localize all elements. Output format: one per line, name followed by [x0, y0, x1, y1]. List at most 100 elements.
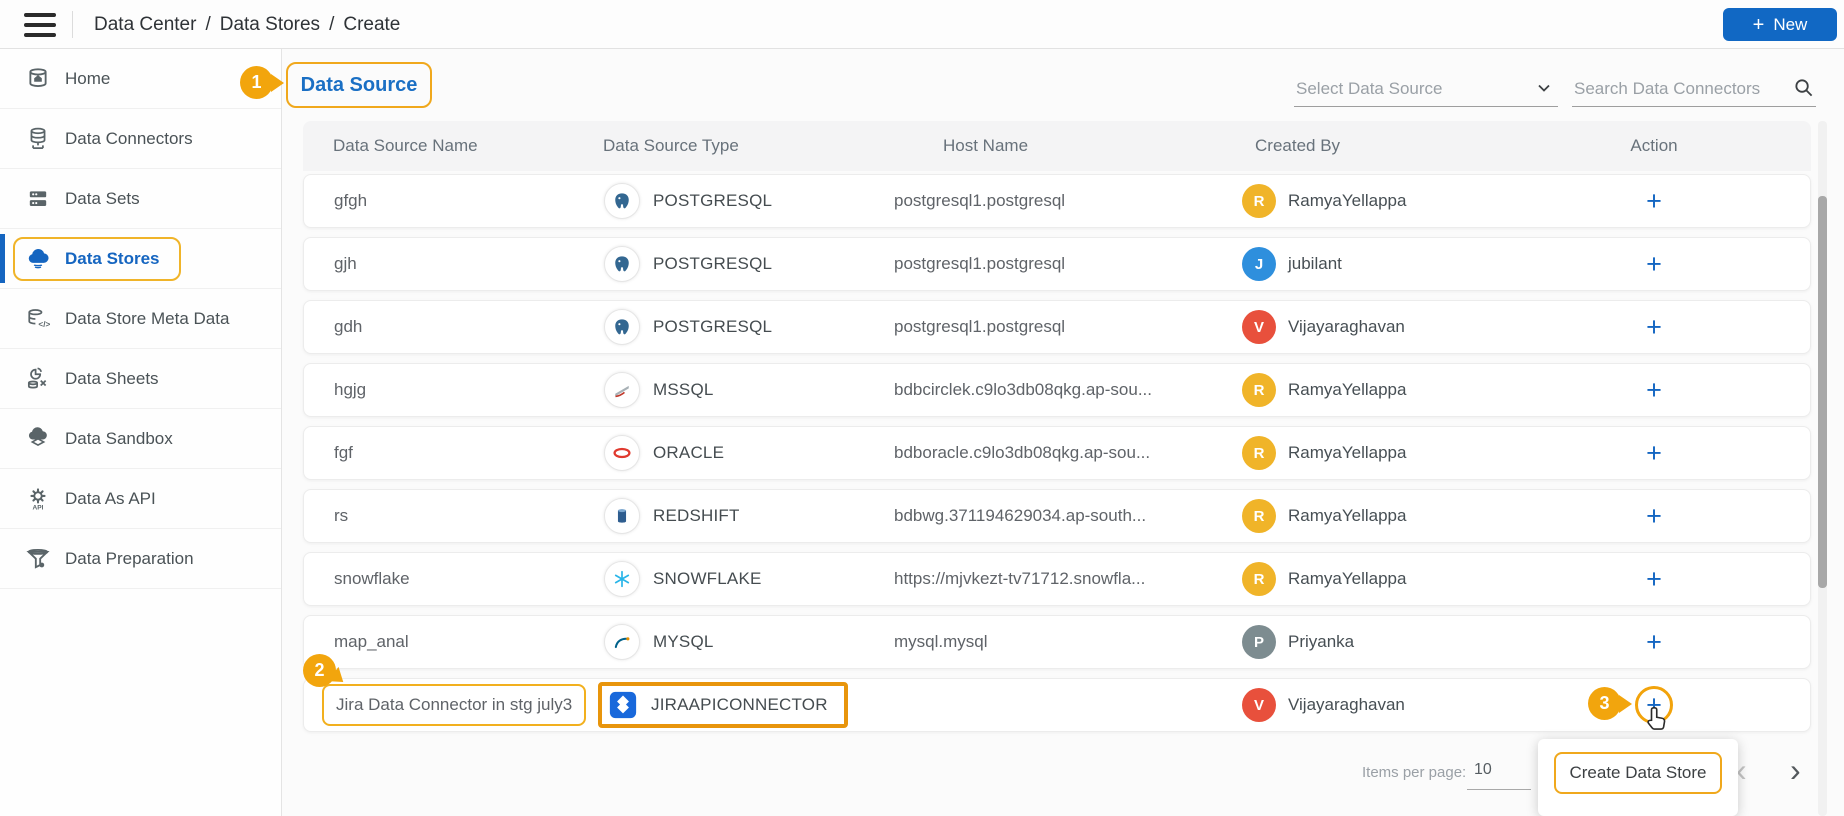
add-action-button[interactable]: +	[1646, 566, 1662, 593]
cell-created-by: R RamyaYellappa	[1234, 373, 1564, 407]
hand-cursor-icon	[1642, 705, 1672, 735]
hamburger-menu-icon[interactable]	[24, 13, 56, 37]
breadcrumb: Data Center / Data Stores / Create	[94, 0, 400, 49]
add-action-button[interactable]: +	[1646, 251, 1662, 278]
sidebar-item[interactable]: Data Stores	[0, 229, 281, 289]
annotation-step-3-badge: 3	[1588, 687, 1621, 720]
sidebar-item-label: Data Stores	[65, 249, 159, 269]
avatar: R	[1242, 562, 1276, 596]
scrollbar-thumb[interactable]	[1818, 196, 1827, 588]
sidebar-item[interactable]: Data Sandbox	[0, 409, 281, 469]
sidebar-item-icon	[26, 187, 50, 211]
cell-data-source-name: hgjg	[334, 380, 604, 400]
avatar: R	[1242, 436, 1276, 470]
table-header: Data Source Name Data Source Type Host N…	[303, 121, 1811, 171]
sidebar-item[interactable]: Data Store Meta Data	[0, 289, 281, 349]
cell-created-by: V Vijayaraghavan	[1234, 688, 1564, 722]
select-data-source-input[interactable]	[1294, 71, 1558, 106]
cell-created-by: R RamyaYellappa	[1234, 499, 1564, 533]
column-header-data-source-type: Data Source Type	[603, 136, 893, 156]
sidebar-item-label: Data Connectors	[65, 129, 193, 149]
data-source-name: hgjg	[334, 380, 366, 399]
plus-icon: +	[1646, 440, 1662, 467]
items-per-page-label: Items per page:	[1362, 764, 1466, 781]
cell-data-source-name: snowflake	[334, 569, 604, 589]
data-source-type-icon	[608, 690, 638, 720]
add-action-button[interactable]: +	[1646, 440, 1662, 467]
plus-icon: +	[1646, 503, 1662, 530]
cell-created-by: P Priyanka	[1234, 625, 1564, 659]
cell-created-by: R RamyaYellappa	[1234, 184, 1564, 218]
breadcrumb-data-center[interactable]: Data Center	[94, 14, 196, 36]
breadcrumb-separator: /	[329, 14, 334, 36]
plus-icon: +	[1646, 251, 1662, 278]
breadcrumb-data-stores[interactable]: Data Stores	[220, 14, 320, 36]
data-source-type-label: MYSQL	[653, 632, 714, 652]
avatar: R	[1242, 184, 1276, 218]
cell-action: +	[1564, 251, 1810, 278]
sidebar-item-icon	[26, 487, 50, 511]
cell-data-source-type: POSTGRESQL	[604, 183, 894, 219]
plus-icon: +	[1753, 15, 1765, 35]
create-data-store-button[interactable]: Create Data Store	[1554, 752, 1722, 794]
add-action-button[interactable]: +	[1646, 503, 1662, 530]
creator-name: RamyaYellappa	[1288, 191, 1406, 211]
data-source-type-label: REDSHIFT	[653, 506, 740, 526]
search-input[interactable]	[1572, 71, 1816, 106]
sidebar-item-label: Data Sets	[65, 189, 140, 209]
data-source-type-icon	[604, 372, 640, 408]
cell-data-source-type: ORACLE	[604, 435, 894, 471]
plus-icon: +	[1646, 377, 1662, 404]
top-bar: Data Center / Data Stores / Create + New	[0, 0, 1844, 49]
items-per-page-value[interactable]: 10	[1474, 761, 1492, 779]
annotation-step-2-badge: 2	[303, 654, 336, 687]
data-source-type-icon	[604, 435, 640, 471]
chevron-right-icon[interactable]: ›	[1790, 752, 1801, 789]
creator-name: jubilant	[1288, 254, 1342, 274]
cell-data-source-name: Jira Data Connector in stg july3	[334, 684, 604, 726]
cell-data-source-name: rs	[334, 506, 604, 526]
sidebar-item[interactable]: Data Sets	[0, 169, 281, 229]
sidebar-item-label: Data Preparation	[65, 549, 194, 569]
creator-name: Vijayaraghavan	[1288, 317, 1405, 337]
sidebar-item[interactable]: Data Connectors	[0, 109, 281, 169]
add-action-button[interactable]: +	[1646, 629, 1662, 656]
page-title: Data Source	[301, 74, 418, 97]
cell-action: +	[1564, 503, 1810, 530]
sidebar-item[interactable]: Data Sheets	[0, 349, 281, 409]
column-header-created-by: Created By	[1233, 136, 1563, 156]
cell-host-name: https://mjvkezt-tv71712.snowfla...	[894, 569, 1234, 589]
sidebar-item[interactable]: Data Preparation	[0, 529, 281, 589]
avatar: P	[1242, 625, 1276, 659]
add-action-button[interactable]: +	[1646, 188, 1662, 215]
new-button[interactable]: + New	[1723, 8, 1837, 41]
avatar: R	[1242, 373, 1276, 407]
add-action-button[interactable]: +	[1646, 377, 1662, 404]
sidebar-item[interactable]: Data As API	[0, 469, 281, 529]
search-icon[interactable]	[1793, 77, 1814, 98]
cell-host-name: bdbcirclek.c9lo3db08qkg.ap-sou...	[894, 380, 1234, 400]
creator-name: RamyaYellappa	[1288, 380, 1406, 400]
cell-host-name: postgresql1.postgresql	[894, 254, 1234, 274]
plus-icon: +	[1646, 188, 1662, 215]
cell-data-source-name: gdh	[334, 317, 604, 337]
sidebar-item-icon	[26, 247, 50, 271]
chevron-down-icon[interactable]	[1536, 80, 1552, 96]
cell-host-name: postgresql1.postgresql	[894, 317, 1234, 337]
column-header-host-name: Host Name	[893, 136, 1233, 156]
column-header-data-source-name: Data Source Name	[333, 136, 603, 156]
data-source-type-label: SNOWFLAKE	[653, 569, 762, 589]
select-data-source-dropdown[interactable]	[1294, 71, 1558, 107]
add-action-button[interactable]: +	[1646, 314, 1662, 341]
data-source-type-icon	[604, 183, 640, 219]
cell-action: +	[1564, 377, 1810, 404]
sidebar-item[interactable]: Home	[0, 49, 281, 109]
cell-data-source-name: gfgh	[334, 191, 604, 211]
search-connectors-field[interactable]	[1572, 71, 1816, 107]
data-source-type-label: JIRAAPICONNECTOR	[651, 695, 828, 715]
sidebar-item-icon	[26, 67, 50, 91]
cell-data-source-type: SNOWFLAKE	[604, 561, 894, 597]
sidebar-item-icon	[26, 307, 50, 331]
data-source-type-label: MSSQL	[653, 380, 714, 400]
table-row: fgf ORACLE bdboracle.c9lo3db08qkg.ap-sou…	[303, 426, 1811, 480]
